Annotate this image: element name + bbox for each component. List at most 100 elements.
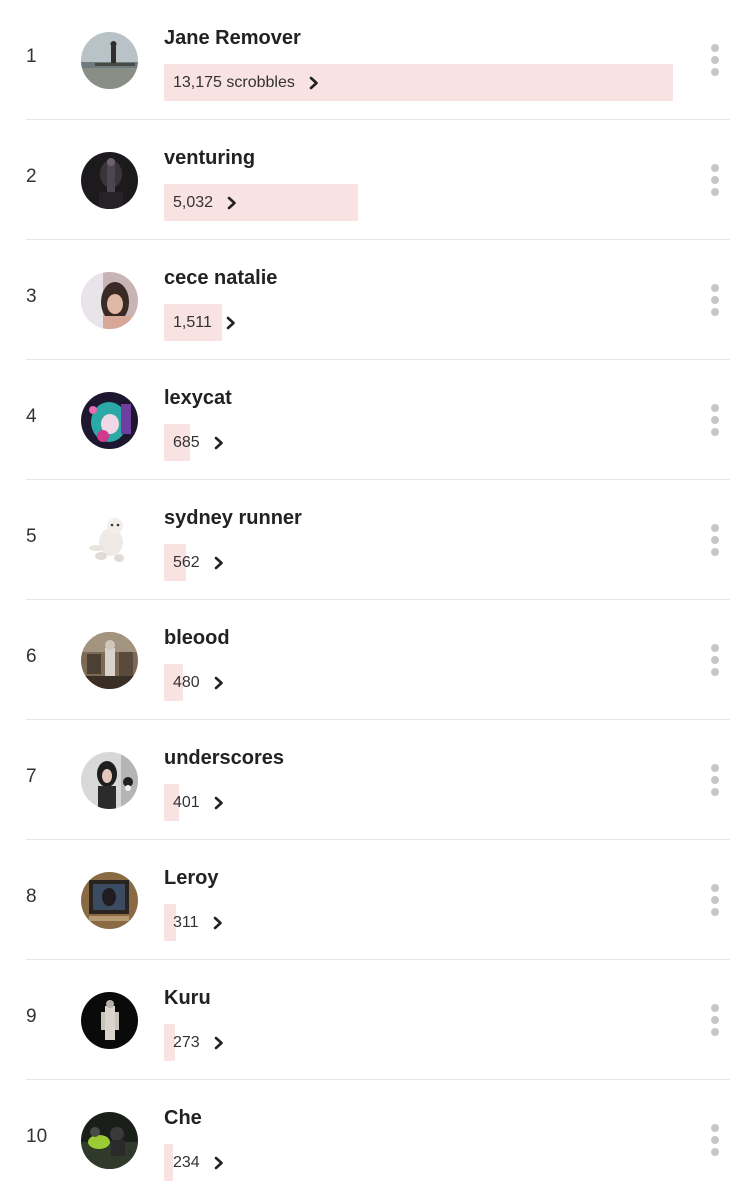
more-vertical-icon[interactable] bbox=[706, 524, 724, 556]
artist-row[interactable]: 2 venturing 5,032 bbox=[26, 120, 730, 240]
scrobble-count-label: 1,511 bbox=[173, 314, 212, 331]
scrobble-count[interactable]: 13,175 scrobbles bbox=[173, 64, 321, 101]
artist-avatar[interactable] bbox=[81, 152, 138, 209]
scrobble-bar[interactable]: 480 bbox=[164, 664, 673, 701]
scrobble-count-label: 5,032 bbox=[173, 194, 214, 211]
scrobble-bar[interactable]: 5,032 bbox=[164, 184, 673, 221]
artist-row[interactable]: 1 Jane Remover 13,175 scrobbles bbox=[26, 0, 730, 120]
chevron-right-icon bbox=[214, 676, 223, 689]
chevron-right-icon bbox=[214, 796, 223, 809]
artist-row[interactable]: 4 lexycat 685 bbox=[26, 360, 730, 480]
scrobble-count-label: 685 bbox=[173, 434, 200, 451]
more-vertical-icon[interactable] bbox=[706, 1004, 724, 1036]
scrobble-count[interactable]: 273 bbox=[173, 1024, 226, 1061]
artist-avatar[interactable] bbox=[81, 392, 138, 449]
scrobble-bar[interactable]: 311 bbox=[164, 904, 673, 941]
scrobble-bar[interactable]: 13,175 scrobbles bbox=[164, 64, 673, 101]
artist-name-link[interactable]: Jane Remover bbox=[164, 27, 301, 50]
artist-row[interactable]: 10 Che 234 bbox=[26, 1080, 730, 1200]
artist-name-link[interactable]: sydney runner bbox=[164, 507, 302, 530]
artist-row[interactable]: 9 Kuru 273 bbox=[26, 960, 730, 1080]
artist-name-link[interactable]: lexycat bbox=[164, 387, 232, 410]
artist-row[interactable]: 8 Leroy 311 bbox=[26, 840, 730, 960]
artist-name-link[interactable]: bleood bbox=[164, 627, 230, 650]
artist-name-link[interactable]: venturing bbox=[164, 147, 255, 170]
artist-name-link[interactable]: Kuru bbox=[164, 987, 211, 1010]
chevron-right-icon bbox=[214, 436, 223, 449]
scrobble-count[interactable]: 311 bbox=[173, 904, 225, 941]
rank-number: 10 bbox=[26, 1126, 48, 1147]
chevron-right-icon bbox=[214, 1156, 223, 1169]
scrobble-bar[interactable]: 1,511 bbox=[164, 304, 673, 341]
scrobble-count-label: 311 bbox=[173, 914, 199, 931]
figure-in-dark-image bbox=[81, 992, 138, 1049]
mirror-selfie-image bbox=[81, 752, 138, 809]
tv-screen-image bbox=[81, 872, 138, 929]
dark-figure-image bbox=[81, 152, 138, 209]
pier-figure-image bbox=[81, 32, 138, 89]
artist-avatar[interactable] bbox=[81, 872, 138, 929]
white-kitten-image bbox=[81, 512, 138, 569]
rank-number: 9 bbox=[26, 1006, 37, 1027]
artist-name-link[interactable]: underscores bbox=[164, 747, 284, 770]
group-photo-image bbox=[81, 1112, 138, 1169]
chevron-right-icon bbox=[226, 316, 235, 329]
rank-number: 6 bbox=[26, 646, 37, 667]
room-figure-image bbox=[81, 632, 138, 689]
scrobble-bar[interactable]: 273 bbox=[164, 1024, 673, 1061]
scrobble-bar[interactable]: 685 bbox=[164, 424, 673, 461]
rank-number: 3 bbox=[26, 286, 37, 307]
artist-row[interactable]: 6 bleood 480 bbox=[26, 600, 730, 720]
scrobble-count[interactable]: 562 bbox=[173, 544, 226, 581]
more-vertical-icon[interactable] bbox=[706, 404, 724, 436]
artist-avatar[interactable] bbox=[81, 992, 138, 1049]
artist-name-link[interactable]: Leroy bbox=[164, 867, 218, 890]
rank-number: 7 bbox=[26, 766, 37, 787]
scrobble-count[interactable]: 1,511 bbox=[173, 304, 238, 341]
artist-avatar[interactable] bbox=[81, 1112, 138, 1169]
more-vertical-icon[interactable] bbox=[706, 1124, 724, 1156]
artist-row[interactable]: 3 cece natalie 1,511 bbox=[26, 240, 730, 360]
portrait-girl-image bbox=[81, 272, 138, 329]
rank-number: 2 bbox=[26, 166, 37, 187]
artist-avatar[interactable] bbox=[81, 512, 138, 569]
more-vertical-icon[interactable] bbox=[706, 164, 724, 196]
scrobble-bar[interactable]: 562 bbox=[164, 544, 673, 581]
scrobble-bar[interactable]: 234 bbox=[164, 1144, 673, 1181]
chevron-right-icon bbox=[309, 76, 318, 89]
scrobble-count[interactable]: 401 bbox=[173, 784, 226, 821]
artist-avatar[interactable] bbox=[81, 632, 138, 689]
artist-avatar[interactable] bbox=[81, 272, 138, 329]
chevron-right-icon bbox=[227, 196, 236, 209]
scrobble-count[interactable]: 685 bbox=[173, 424, 226, 461]
artist-name-link[interactable]: cece natalie bbox=[164, 267, 277, 290]
artist-avatar[interactable] bbox=[81, 32, 138, 89]
artist-avatar[interactable] bbox=[81, 752, 138, 809]
more-vertical-icon[interactable] bbox=[706, 644, 724, 676]
scrobble-count-label: 401 bbox=[173, 794, 200, 811]
scrobble-count[interactable]: 234 bbox=[173, 1144, 226, 1181]
scrobble-count[interactable]: 480 bbox=[173, 664, 226, 701]
more-vertical-icon[interactable] bbox=[706, 764, 724, 796]
anime-character-image bbox=[81, 392, 138, 449]
chevron-right-icon bbox=[214, 556, 223, 569]
scrobble-count-label: 480 bbox=[173, 674, 200, 691]
rank-number: 1 bbox=[26, 46, 37, 67]
rank-number: 8 bbox=[26, 886, 37, 907]
artist-name-link[interactable]: Che bbox=[164, 1107, 202, 1130]
more-vertical-icon[interactable] bbox=[706, 284, 724, 316]
scrobble-count-label: 234 bbox=[173, 1154, 200, 1171]
scrobble-bar[interactable]: 401 bbox=[164, 784, 673, 821]
more-vertical-icon[interactable] bbox=[706, 44, 724, 76]
scrobble-count[interactable]: 5,032 bbox=[173, 184, 239, 221]
artist-row[interactable]: 7 underscores 401 bbox=[26, 720, 730, 840]
chevron-right-icon bbox=[213, 916, 222, 929]
scrobble-count-label: 562 bbox=[173, 554, 200, 571]
more-vertical-icon[interactable] bbox=[706, 884, 724, 916]
rank-number: 5 bbox=[26, 526, 37, 547]
scrobble-bar-fill bbox=[164, 1144, 173, 1181]
scrobble-count-label: 273 bbox=[173, 1034, 200, 1051]
artist-row[interactable]: 5 sydney runner 562 bbox=[26, 480, 730, 600]
chevron-right-icon bbox=[214, 1036, 223, 1049]
scrobble-count-label: 13,175 scrobbles bbox=[173, 74, 295, 91]
